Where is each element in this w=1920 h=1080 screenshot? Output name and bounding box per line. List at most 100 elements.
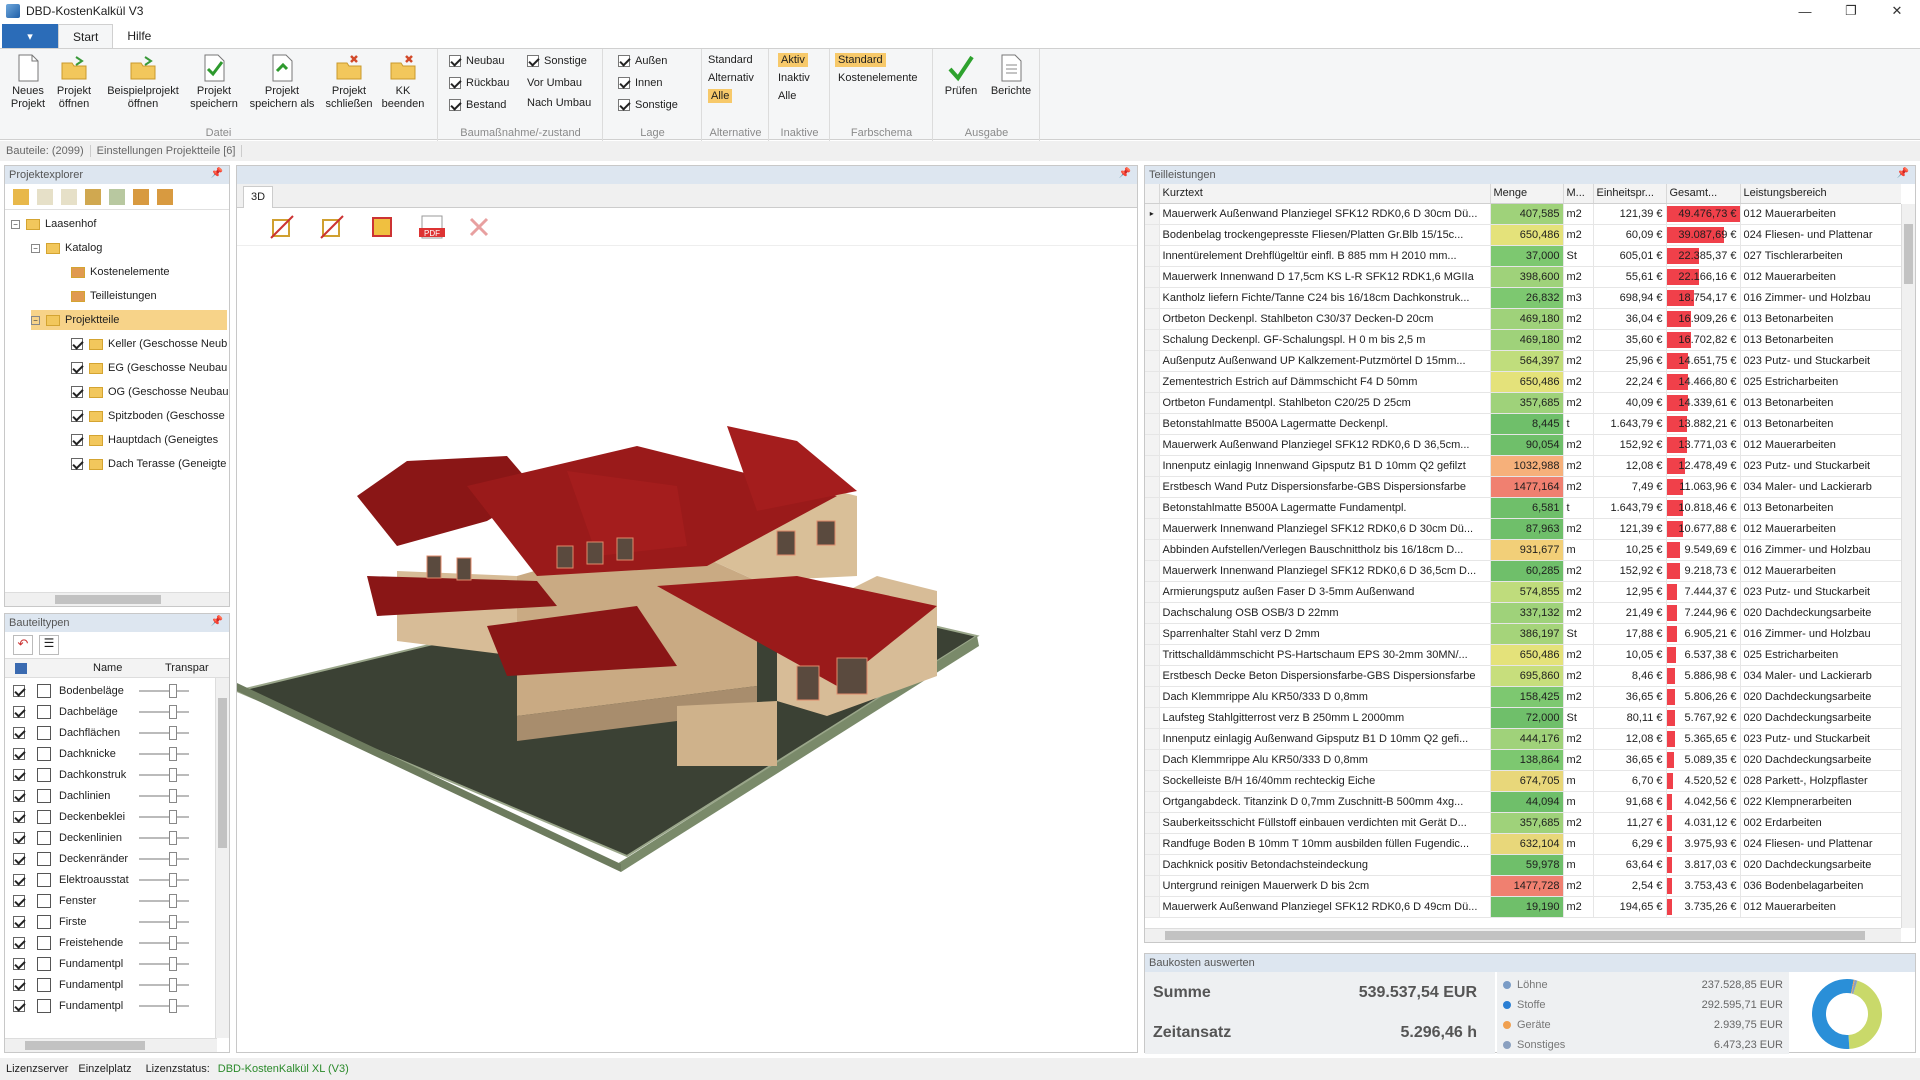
table-row[interactable]: Erstbesch Wand Putz Dispersionsfarbe-GBS… bbox=[1145, 476, 1901, 498]
check-bestand[interactable]: Bestand bbox=[449, 99, 506, 111]
tree-item[interactable]: − Projektteile bbox=[31, 310, 227, 330]
bauteile-count[interactable]: Bauteile: (2099) bbox=[0, 145, 91, 157]
transparency-slider[interactable] bbox=[139, 767, 189, 782]
table-row[interactable]: Mauerwerk Innenwand Planziegel SFK12 RDK… bbox=[1145, 518, 1901, 540]
file-menu-button[interactable]: ▾ bbox=[2, 24, 58, 48]
row-selector[interactable] bbox=[1145, 728, 1160, 750]
inaktive-alle-option[interactable]: Alle bbox=[778, 90, 796, 102]
row-selector[interactable] bbox=[1145, 875, 1160, 897]
transparency-slider[interactable] bbox=[139, 998, 189, 1013]
row-selector[interactable] bbox=[1145, 665, 1160, 687]
open-project-button[interactable]: Projekt öffnen bbox=[54, 53, 94, 111]
toolbar-icon-5[interactable] bbox=[109, 188, 125, 205]
row-selector[interactable] bbox=[1145, 455, 1160, 477]
col-einheitspreis[interactable]: Einheitspr... bbox=[1593, 184, 1667, 204]
visibility-checkbox[interactable] bbox=[13, 768, 25, 781]
transparency-slider[interactable] bbox=[139, 704, 189, 719]
visibility-checkbox[interactable] bbox=[13, 705, 25, 718]
teilleistungen-hscroll[interactable] bbox=[1145, 928, 1901, 942]
bauteiltyp-row[interactable]: Elektroausstat bbox=[5, 869, 211, 890]
table-row[interactable]: Armierungsputz außen Faser D 3-5mm Außen… bbox=[1145, 581, 1901, 603]
aktiv-option[interactable]: Aktiv bbox=[778, 53, 808, 67]
bauteiltyp-row[interactable]: Fundamentpl bbox=[5, 995, 211, 1016]
row-selector[interactable] bbox=[1145, 245, 1160, 267]
bauteiltyp-row[interactable]: Fundamentpl bbox=[5, 974, 211, 995]
transparency-slider[interactable] bbox=[139, 809, 189, 824]
bauteiltyp-row[interactable]: Dachlinien bbox=[5, 785, 211, 806]
save-project-button[interactable]: Projekt speichern bbox=[188, 53, 240, 111]
table-row[interactable]: Innentürelement Drehflügeltür einfl. B 8… bbox=[1145, 245, 1901, 267]
visibility-checkbox[interactable] bbox=[13, 852, 25, 865]
row-selector[interactable] bbox=[1145, 476, 1160, 498]
pruefen-button[interactable]: Prüfen bbox=[940, 53, 982, 98]
pdf-icon[interactable]: PDF bbox=[417, 212, 447, 242]
pin-icon[interactable]: 📌 bbox=[1897, 168, 1909, 179]
tab-start[interactable]: Start bbox=[58, 24, 114, 48]
row-selector[interactable] bbox=[1145, 350, 1160, 372]
teilleistungen-vscroll[interactable] bbox=[1901, 204, 1915, 928]
einstellungen-projektteile[interactable]: Einstellungen Projektteile [6] bbox=[91, 145, 243, 157]
new-project-button[interactable]: Neues Projekt bbox=[8, 53, 48, 111]
toolbar-icon-2[interactable] bbox=[37, 188, 53, 205]
col-transparenz[interactable]: Transpar bbox=[165, 662, 209, 674]
transparency-slider[interactable] bbox=[139, 725, 189, 740]
tab-3d[interactable]: 3D bbox=[243, 186, 273, 208]
table-row[interactable]: Zementestrich Estrich auf Dämmschicht F4… bbox=[1145, 371, 1901, 393]
toolbar-icon-1[interactable] bbox=[13, 188, 29, 205]
visibility-checkbox[interactable] bbox=[13, 957, 25, 970]
bauteiltyp-row[interactable]: Deckenlinien bbox=[5, 827, 211, 848]
transparency-slider[interactable] bbox=[139, 977, 189, 992]
table-row[interactable]: Mauerwerk Innenwand D 17,5cm KS L-R SFK1… bbox=[1145, 266, 1901, 288]
check-sonstige-bau[interactable]: Sonstige bbox=[527, 55, 587, 67]
row-selector[interactable] bbox=[1145, 434, 1160, 456]
bauteiltypen-hscroll[interactable] bbox=[5, 1038, 217, 1052]
table-row[interactable]: Innenputz einlagig Außenwand Gipsputz B1… bbox=[1145, 728, 1901, 750]
table-row[interactable]: Mauerwerk Außenwand Planziegel SFK12 RDK… bbox=[1145, 896, 1901, 918]
transparency-slider[interactable] bbox=[139, 830, 189, 845]
visibility-checkbox[interactable] bbox=[13, 726, 25, 739]
table-row[interactable]: Untergrund reinigen Mauerwerk D bis 2cm 1… bbox=[1145, 875, 1901, 897]
bauteiltypen-vscroll[interactable] bbox=[215, 678, 229, 1038]
select-box-icon[interactable] bbox=[367, 212, 397, 242]
check-aussen[interactable]: Außen bbox=[618, 55, 667, 67]
row-selector[interactable] bbox=[1145, 581, 1160, 603]
table-row[interactable]: Bodenbelag trockengepresste Fliesen/Plat… bbox=[1145, 224, 1901, 246]
visibility-checkbox[interactable] bbox=[13, 747, 25, 760]
col-menge[interactable]: Menge bbox=[1490, 184, 1564, 204]
row-selector[interactable] bbox=[1145, 518, 1160, 540]
row-selector[interactable] bbox=[1145, 224, 1160, 246]
open-example-button[interactable]: Beispielprojekt öffnen bbox=[100, 53, 186, 111]
bauteiltyp-row[interactable]: Deckenbeklei bbox=[5, 806, 211, 827]
table-row[interactable]: ▸ Mauerwerk Außenwand Planziegel SFK12 RD… bbox=[1145, 203, 1901, 225]
row-selector[interactable] bbox=[1145, 770, 1160, 792]
save-project-as-button[interactable]: Projekt speichern als bbox=[246, 53, 318, 111]
table-row[interactable]: Sparrenhalter Stahl verz D 2mm 386,197 St 1… bbox=[1145, 623, 1901, 645]
row-selector[interactable] bbox=[1145, 329, 1160, 351]
table-row[interactable]: Laufsteg Stahlgitterrost verz B 250mm L … bbox=[1145, 707, 1901, 729]
table-row[interactable]: Mauerwerk Innenwand Planziegel SFK12 RDK… bbox=[1145, 560, 1901, 582]
maximize-button[interactable]: ❐ bbox=[1828, 0, 1874, 22]
row-selector[interactable]: ▸ bbox=[1145, 203, 1160, 225]
bauteiltyp-row[interactable]: Dachkonstruk bbox=[5, 764, 211, 785]
nach-umbau-option[interactable]: Nach Umbau bbox=[527, 97, 591, 109]
row-selector[interactable] bbox=[1145, 497, 1160, 519]
visibility-checkbox[interactable] bbox=[13, 894, 25, 907]
bauteiltyp-row[interactable]: Deckenränder bbox=[5, 848, 211, 869]
close-button[interactable]: ✕ bbox=[1874, 0, 1920, 22]
bauteiltyp-row[interactable]: Bodenbeläge bbox=[5, 680, 211, 701]
table-row[interactable]: Dachknick positiv Betondachsteindeckung 5… bbox=[1145, 854, 1901, 876]
bauteiltyp-row[interactable]: Fenster bbox=[5, 890, 211, 911]
col-kurztext[interactable]: Kurztext bbox=[1159, 184, 1491, 204]
row-selector[interactable] bbox=[1145, 392, 1160, 414]
col-gesamt[interactable]: Gesamt... bbox=[1666, 184, 1741, 204]
alt-alternativ-option[interactable]: Alternativ bbox=[708, 72, 754, 84]
col-name[interactable]: Name bbox=[93, 662, 122, 674]
col-einheit[interactable]: M... bbox=[1563, 184, 1594, 204]
table-row[interactable]: Sockelleiste B/H 16/40mm rechteckig Eich… bbox=[1145, 770, 1901, 792]
table-row[interactable]: Betonstahlmatte B500A Lagermatte Fundame… bbox=[1145, 497, 1901, 519]
close-project-button[interactable]: Projekt schließen bbox=[325, 53, 373, 111]
pin-icon[interactable]: 📌 bbox=[1119, 168, 1131, 179]
transparency-slider[interactable] bbox=[139, 956, 189, 971]
table-row[interactable]: Abbinden Aufstellen/Verlegen Bauschnitth… bbox=[1145, 539, 1901, 561]
tab-hilfe[interactable]: Hilfe bbox=[113, 24, 165, 48]
